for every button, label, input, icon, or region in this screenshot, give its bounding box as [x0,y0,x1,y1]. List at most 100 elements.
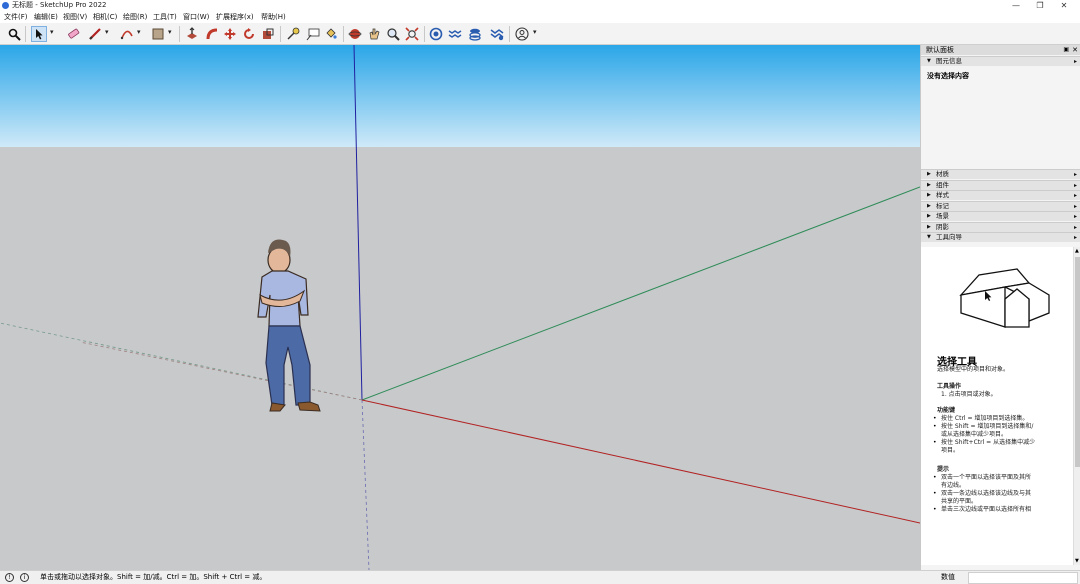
menu-file[interactable]: 文件(F) [4,11,28,23]
modifier-key-text: 按住 Ctrl = 增加项目到选择集。 [941,415,1029,422]
bullet: • [933,506,937,513]
line-dropdown-icon[interactable]: ▾ [105,28,109,36]
section-menu-icon[interactable]: ▸ [1074,202,1077,211]
section-label: 阴影 [936,222,949,231]
scene-axes [0,45,920,570]
menu-draw[interactable]: 绘图(R) [123,11,147,23]
push-pull-icon[interactable] [184,26,200,42]
account-icon[interactable] [514,26,530,42]
pencil-line-icon[interactable] [87,26,103,42]
expand-arrow-icon: ▶ [927,213,931,219]
status-bar: ! i 单击或拖动以选择对象。Shift = 加/减。Ctrl = 加。Shif… [0,570,1080,584]
extension-manager-icon[interactable] [489,26,505,42]
toolbar-separator [280,26,281,42]
rectangle-tool-icon[interactable] [150,26,166,42]
orbit-icon[interactable] [347,26,363,42]
extension-warehouse-icon[interactable] [447,26,463,42]
select-tool-dropdown-icon[interactable]: ▾ [50,28,54,36]
arc-dropdown-icon[interactable]: ▾ [137,28,141,36]
toolbar-separator [509,26,510,42]
close-button[interactable]: ✕ [1052,0,1076,11]
blue-axis [353,45,363,401]
section-menu-icon[interactable]: ▸ [1074,212,1077,221]
maximize-button[interactable]: ❐ [1028,0,1052,11]
menu-tools[interactable]: 工具(T) [153,11,177,23]
measurements-input[interactable] [968,572,1078,584]
scroll-up-arrow-icon[interactable]: ▲ [1075,248,1079,254]
bullet: • [933,423,937,430]
info-icon[interactable]: i [20,573,29,582]
default-tray: 默认面板 ▣ ✕ ▼ 图元信息 ▸ 没有选择内容 ▶ 材质 ▸ ▶ 组件 ▸ ▶… [920,45,1080,570]
section-materials[interactable]: ▶ 材质 ▸ [921,169,1080,179]
section-menu-icon[interactable]: ▸ [1074,233,1077,242]
tape-measure-icon[interactable] [285,26,301,42]
expand-arrow-icon: ▶ [927,202,931,209]
instructor-content: 选择工具 选择模型中的项目和对象。 工具操作 1. 点击项目或对象。 功能键 •… [921,247,1073,565]
collapse-arrow-icon: ▼ [927,234,931,240]
section-menu-icon[interactable]: ▸ [1074,170,1077,179]
layout-icon[interactable] [467,26,483,42]
section-menu-icon[interactable]: ▸ [1074,191,1077,200]
expand-arrow-icon: ▶ [927,181,931,188]
menu-window[interactable]: 窗口(W) [183,11,209,23]
instructor-scrollbar[interactable]: ▲ ▼ [1073,247,1080,565]
section-tags[interactable]: ▶ 标记 ▸ [921,200,1080,211]
menu-help[interactable]: 帮助(H) [261,11,286,23]
tool-ops-title: 工具操作 [937,383,962,390]
toolbar-separator [424,26,425,42]
red-axis [361,399,920,524]
zoom-extents-icon[interactable] [404,26,420,42]
window-title: 无标题 - SketchUp Pro 2022 [12,1,107,9]
menu-camera[interactable]: 相机(C) [93,11,117,23]
follow-me-icon[interactable] [204,26,220,42]
minimize-button[interactable]: — [1004,0,1028,11]
modifier-key-text: 或从选择集中减少项目。 [941,431,1008,438]
text-tool-icon[interactable] [305,26,321,42]
select-tool-icon[interactable] [31,26,47,42]
3d-warehouse-icon[interactable] [428,26,444,42]
tip-text: 共享的平面。 [941,498,978,505]
scroll-down-arrow-icon[interactable]: ▼ [1075,558,1079,564]
rotate-tool-icon[interactable] [241,26,257,42]
search-icon[interactable] [6,26,22,42]
shape-dropdown-icon[interactable]: ▾ [168,28,172,36]
blue-axis-negative [361,399,370,570]
section-label: 样式 [936,191,949,199]
section-styles[interactable]: ▶ 样式 ▸ [921,190,1080,200]
section-label: 图元信息 [936,57,962,65]
section-entity-info[interactable]: ▼ 图元信息 ▸ [921,56,1080,66]
bullet: • [933,439,937,446]
section-label: 标记 [936,201,949,210]
section-shadows[interactable]: ▶ 阴影 ▸ [921,221,1080,232]
tip-text: 双击一条边线以选择该边线及与其 [941,490,1032,497]
bullet: • [933,490,937,497]
pin-icon[interactable]: ▣ [1063,45,1069,55]
toolbar: ▾ ▾ ▾ ▾ ▾ [0,23,1080,45]
section-scenes[interactable]: ▶ 场景 ▸ [921,211,1080,221]
tray-close-button[interactable]: ✕ [1072,45,1078,55]
zoom-icon[interactable] [385,26,401,42]
section-components[interactable]: ▶ 组件 ▸ [921,179,1080,190]
eraser-icon[interactable] [66,26,82,42]
arc-tool-icon[interactable] [119,26,135,42]
menu-extensions[interactable]: 扩展程序(x) [216,11,254,23]
paint-bucket-icon[interactable] [323,26,339,42]
section-menu-icon[interactable]: ▸ [1074,181,1077,190]
section-label: 场景 [936,212,949,220]
tip-text: 有边线。 [941,482,966,489]
menu-view[interactable]: 视图(V) [63,11,87,23]
scale-tool-icon[interactable] [260,26,276,42]
section-menu-icon[interactable]: ▸ [1074,57,1077,66]
section-menu-icon[interactable]: ▸ [1074,223,1077,232]
section-label: 工具向导 [936,233,962,241]
section-instructor[interactable]: ▼ 工具向导 ▸ [921,232,1080,242]
pan-hand-icon[interactable] [366,26,382,42]
move-tool-icon[interactable] [222,26,238,42]
instructor-house-illustration [959,268,1050,328]
modeling-viewport[interactable] [0,45,920,570]
scrollbar-thumb[interactable] [1075,257,1080,467]
menu-edit[interactable]: 编辑(E) [34,11,58,23]
toolbar-separator [25,26,26,42]
account-dropdown-icon[interactable]: ▾ [533,28,537,36]
geo-location-icon[interactable]: ! [5,573,14,582]
